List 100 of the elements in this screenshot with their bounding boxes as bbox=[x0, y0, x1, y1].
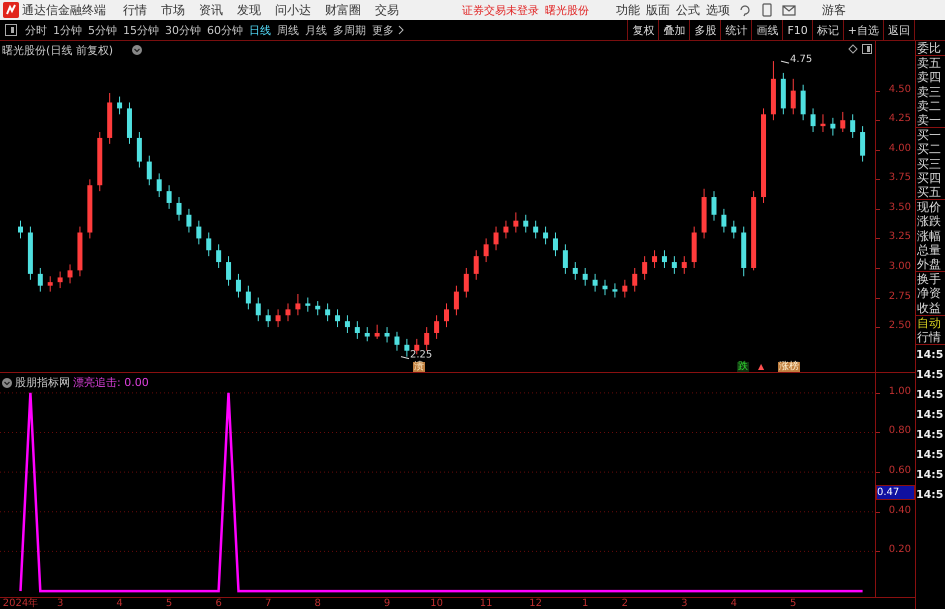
period-tab[interactable]: 30分钟 bbox=[162, 22, 204, 38]
candlestick bbox=[146, 155, 152, 186]
menu-item[interactable]: 行情 bbox=[116, 2, 154, 18]
menu-item[interactable]: 版面 bbox=[643, 2, 673, 18]
candlestick bbox=[652, 250, 658, 268]
phone-icon[interactable] bbox=[762, 3, 772, 17]
candlestick bbox=[354, 320, 360, 340]
candlestick bbox=[226, 256, 232, 286]
period-tab[interactable]: 周线 bbox=[274, 22, 302, 38]
menu-item[interactable]: 发现 bbox=[230, 2, 268, 18]
candlestick bbox=[374, 324, 380, 340]
indicator-axis-label: 1.00 bbox=[888, 386, 911, 398]
candlestick bbox=[622, 279, 628, 298]
candlestick bbox=[335, 308, 340, 328]
login-status: 证券交易未登录 bbox=[462, 2, 539, 18]
time-axis-label: 6 bbox=[215, 598, 222, 609]
period-tab[interactable]: 月线 bbox=[302, 22, 330, 38]
panel-toggle-icon[interactable] bbox=[5, 24, 17, 36]
price-axis-label: 4.25 bbox=[888, 113, 911, 126]
menu-item[interactable]: 公式 bbox=[673, 2, 703, 18]
candlestick bbox=[156, 172, 162, 198]
candlestick bbox=[840, 111, 846, 133]
trade-time: 14:5 bbox=[916, 427, 944, 444]
stock-name: 曙光股份 bbox=[545, 2, 589, 18]
quote-label: 卖四 bbox=[916, 70, 942, 85]
candlestick bbox=[206, 232, 212, 257]
menu-item[interactable]: 选项 bbox=[703, 2, 733, 18]
candlestick bbox=[236, 273, 241, 298]
trade-time: 14:5 bbox=[916, 487, 944, 504]
user-button[interactable]: 游客 bbox=[815, 2, 853, 18]
candlestick bbox=[860, 126, 866, 162]
candlestick bbox=[176, 196, 182, 222]
period-tab[interactable]: 1分钟 bbox=[50, 22, 85, 38]
toolbar-button[interactable]: 返回 bbox=[883, 20, 915, 40]
candlestick bbox=[325, 302, 330, 322]
period-tab[interactable]: 15分钟 bbox=[120, 22, 162, 38]
period-tab[interactable]: 多周期 bbox=[330, 22, 369, 38]
candlestick bbox=[276, 308, 281, 328]
signal-label: 跌 bbox=[737, 362, 749, 372]
candlestick bbox=[562, 244, 568, 274]
candlestick bbox=[711, 190, 716, 222]
time-axis-label: 10 bbox=[430, 598, 443, 609]
trade-time: 14:5 bbox=[916, 447, 944, 464]
period-tab[interactable]: 5分钟 bbox=[85, 22, 120, 38]
quote-label: 涨跌 bbox=[916, 214, 942, 229]
more-button[interactable]: 更多 bbox=[369, 22, 397, 38]
price-axis-label: 3.00 bbox=[888, 260, 911, 273]
indicator-axis-label: 0.60 bbox=[888, 465, 911, 478]
time-axis-label: 3 bbox=[56, 598, 64, 609]
app-title: 通达信金融终端 bbox=[22, 2, 106, 18]
candlestick bbox=[602, 279, 608, 296]
candlestick bbox=[266, 308, 271, 328]
menu-item[interactable]: 市场 bbox=[154, 2, 192, 18]
quote-label: 卖一 bbox=[916, 113, 942, 128]
auto-label: 自动 bbox=[916, 316, 942, 330]
candlestick bbox=[830, 117, 836, 136]
candlestick bbox=[533, 220, 538, 239]
candlestick bbox=[444, 302, 449, 328]
candlestick bbox=[632, 267, 638, 292]
mail-icon[interactable] bbox=[782, 4, 796, 16]
candlestick bbox=[186, 208, 192, 234]
candlestick bbox=[552, 232, 558, 257]
indicator-name: 股朋指标网 bbox=[15, 375, 70, 390]
price-axis-label: 2.50 bbox=[888, 320, 911, 332]
menu-item[interactable]: 功能 bbox=[613, 2, 643, 18]
candlestick bbox=[721, 208, 726, 234]
chevron-down-icon[interactable] bbox=[132, 45, 142, 55]
menu-item[interactable]: 交易 bbox=[368, 2, 406, 18]
menu-item[interactable]: 问小达 bbox=[268, 2, 318, 18]
period-tab[interactable]: 60分钟 bbox=[204, 22, 246, 38]
candlestick bbox=[484, 238, 489, 263]
quote-label: 现价 bbox=[916, 200, 942, 214]
period-tab[interactable]: 分时 bbox=[22, 22, 50, 38]
menu-item[interactable]: 财富圈 bbox=[318, 2, 368, 18]
candlestick bbox=[48, 276, 53, 292]
period-tab[interactable]: 日线 bbox=[246, 22, 274, 38]
indicator-axis-label: 0.80 bbox=[888, 425, 911, 438]
quote-label: 买一 bbox=[916, 128, 942, 142]
cursor-value-label: 0.47 bbox=[876, 485, 915, 500]
menu-item[interactable]: 资讯 bbox=[192, 2, 230, 18]
candlestick bbox=[58, 271, 63, 289]
candlestick bbox=[404, 338, 410, 358]
candlestick bbox=[513, 212, 518, 234]
candlestick bbox=[136, 132, 142, 168]
diamond-icon[interactable] bbox=[848, 44, 858, 54]
refresh-icon[interactable] bbox=[738, 3, 752, 17]
chevron-right-icon[interactable] bbox=[398, 25, 404, 35]
price-axis-label: 2.75 bbox=[888, 290, 911, 303]
indicator-reading: 漂亮追击: 0.00 bbox=[73, 375, 149, 390]
time-axis-label: 7 bbox=[264, 598, 272, 609]
trade-time: 14:5 bbox=[916, 387, 944, 404]
candlestick bbox=[503, 220, 508, 239]
time-axis-label: 4 bbox=[730, 598, 737, 609]
signal-label: 涨榜 bbox=[778, 362, 800, 372]
candlestick bbox=[424, 326, 430, 352]
candlestick bbox=[494, 226, 499, 251]
panel-toggle-icon[interactable] bbox=[862, 44, 872, 54]
chevron-down-icon[interactable] bbox=[2, 378, 12, 388]
time-axis-label: 2024年 bbox=[2, 598, 38, 609]
trade-time: 14:5 bbox=[916, 407, 944, 424]
